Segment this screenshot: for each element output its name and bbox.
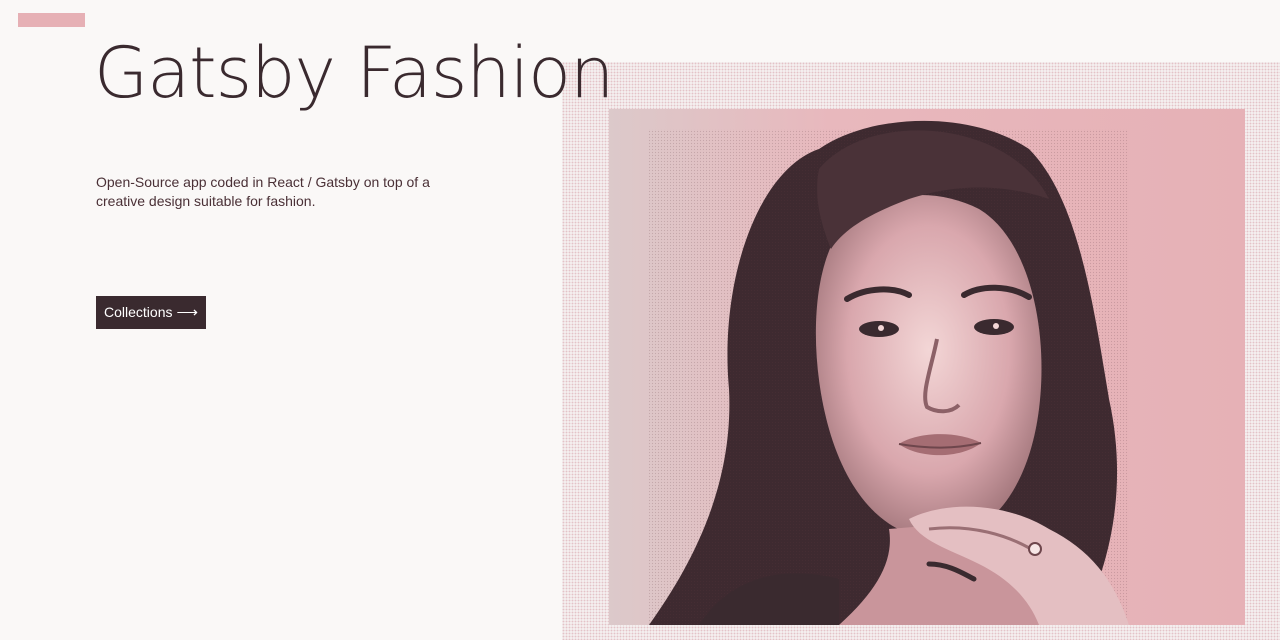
collections-button[interactable]: Collections ⟶: [96, 296, 206, 329]
page-title: Gatsby Fashion: [94, 32, 614, 114]
landing-page: Gatsby Fashion Open-Source app coded in …: [0, 0, 1280, 640]
hero-portrait-image: [609, 109, 1245, 625]
intro-description: Open-Source app coded in React / Gatsby …: [96, 174, 430, 209]
collections-button-label: Collections: [104, 304, 173, 320]
logo-mark[interactable]: [18, 13, 85, 27]
portrait-illustration: [609, 109, 1245, 625]
arrow-right-icon: ⟶: [176, 304, 198, 321]
